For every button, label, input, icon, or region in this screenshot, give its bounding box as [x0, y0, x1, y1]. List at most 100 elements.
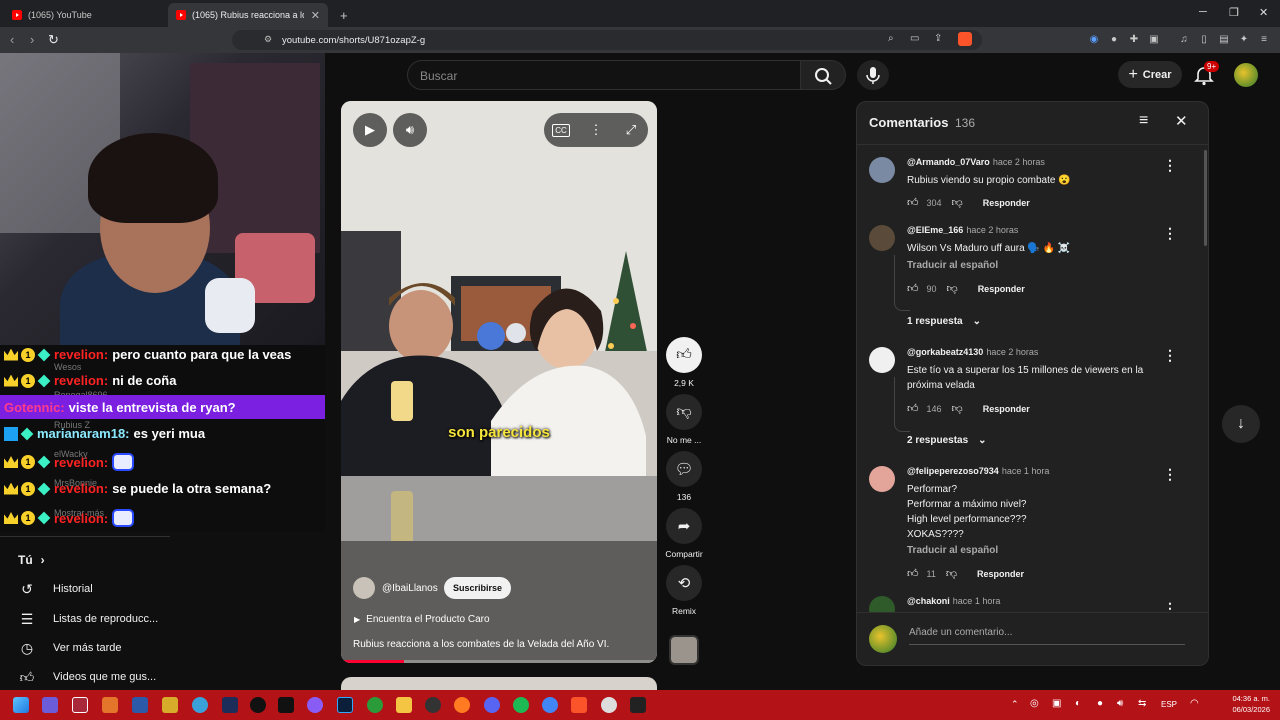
app-icon[interactable]: [425, 697, 441, 713]
sidebar-item-liked-videos[interactable]: 👍︎ Videos que me gus...: [18, 668, 156, 686]
app-icon[interactable]: [250, 697, 266, 713]
tray-icon[interactable]: ◐: [1075, 698, 1081, 709]
voice-search-button[interactable]: [857, 60, 889, 90]
thumbs-up-icon[interactable]: 👍︎: [907, 282, 919, 295]
view-replies-button[interactable]: 2 respuestas ⌄: [907, 435, 987, 446]
thumbs-down-icon[interactable]: 👎︎: [946, 567, 957, 580]
channel-name[interactable]: @IbaiLlanos: [382, 583, 438, 594]
extension-avatar-icon[interactable]: ●: [1108, 34, 1120, 46]
comment-author[interactable]: @ElEme_166: [907, 225, 963, 235]
sidebar-panel-icon[interactable]: ▣: [1148, 34, 1160, 46]
app-icon[interactable]: [72, 697, 88, 713]
thumbs-up-icon[interactable]: 👍︎: [907, 402, 919, 415]
product-link[interactable]: ▶ Encuentra el Producto Caro: [354, 614, 490, 625]
comment-time[interactable]: hace 2 horas: [966, 225, 1018, 235]
reply-button[interactable]: Responder: [978, 284, 1025, 294]
comment-avatar[interactable]: [869, 225, 895, 251]
extensions-icon[interactable]: ✚: [1128, 34, 1140, 46]
app-icon[interactable]: [222, 697, 238, 713]
zoom-icon[interactable]: ⌕: [888, 33, 894, 44]
tray-icon[interactable]: ◎: [1030, 698, 1039, 709]
spotify-icon[interactable]: [513, 697, 529, 713]
sidebar-item-watch-later[interactable]: ◷ Ver más tarde: [18, 639, 122, 657]
file-explorer-icon[interactable]: [396, 697, 412, 713]
comment-author[interactable]: @gorkabeatz4130: [907, 347, 983, 357]
progress-track[interactable]: [341, 660, 657, 663]
network-icon[interactable]: ⇆: [1138, 698, 1146, 709]
channel-avatar[interactable]: [353, 577, 375, 599]
reply-button[interactable]: Responder: [983, 404, 1030, 414]
comment-avatar[interactable]: [869, 347, 895, 373]
app-icon[interactable]: [601, 697, 617, 713]
url-field[interactable]: ⚙ youtube.com/shorts/U871ozapZ-g ⌕ ▭ ⇪: [232, 30, 982, 50]
app-icon[interactable]: [132, 697, 148, 713]
view-replies-button[interactable]: 1 respuesta ⌄: [907, 316, 981, 327]
fullscreen-button[interactable]: ⤢: [614, 113, 648, 147]
app-icon[interactable]: [630, 697, 646, 713]
tray-icon[interactable]: ▣: [1052, 698, 1061, 709]
close-window-icon[interactable]: ✕: [1259, 6, 1268, 19]
maximize-icon[interactable]: ❐: [1229, 6, 1239, 19]
add-comment-input[interactable]: Añade un comentario...: [909, 627, 1185, 645]
comment-avatar[interactable]: [869, 466, 895, 492]
edge-icon[interactable]: [192, 697, 208, 713]
reload-icon[interactable]: ↻: [48, 32, 59, 48]
audio-playing-icon[interactable]: ◉: [1088, 34, 1100, 46]
volume-icon[interactable]: 🔊︎: [1117, 698, 1123, 709]
thumbs-down-icon[interactable]: 👎︎: [952, 402, 963, 415]
close-tab-icon[interactable]: ✕: [311, 9, 320, 22]
sidebar-item-history[interactable]: ↺ Historial: [18, 580, 93, 598]
app-icon[interactable]: [102, 697, 118, 713]
like-button[interactable]: 👍︎: [666, 337, 702, 373]
comment-author[interactable]: @Armando_07Varo: [907, 157, 990, 167]
app-icon[interactable]: [278, 697, 294, 713]
menu-icon[interactable]: ≡: [1258, 34, 1270, 46]
comment-author[interactable]: @felipeperezoso7934: [907, 466, 999, 476]
sidebar-section-you[interactable]: Tú ›: [18, 553, 45, 567]
comment-time[interactable]: hace 2 horas: [993, 157, 1045, 167]
share-button[interactable]: ➦: [666, 508, 702, 544]
thumbs-down-icon[interactable]: 👎︎: [947, 282, 958, 295]
next-short-preview[interactable]: [341, 677, 657, 690]
start-icon[interactable]: [13, 697, 29, 713]
comment-avatar[interactable]: [869, 157, 895, 183]
shorts-video-player[interactable]: ▶ 🔊︎ CC ⋮ ⤢ son parecidos @IbaiLlanos Su…: [341, 101, 657, 663]
subscribe-button[interactable]: Suscribirse: [444, 577, 512, 599]
photoshop-icon[interactable]: [337, 697, 353, 713]
split-view-icon[interactable]: ▯: [1198, 34, 1210, 46]
search-button[interactable]: [800, 60, 846, 90]
sort-button[interactable]: ≡: [1139, 112, 1148, 130]
create-button[interactable]: + Crear: [1118, 61, 1182, 88]
minimize-icon[interactable]: ─: [1199, 6, 1207, 18]
remix-button[interactable]: ⟲: [666, 565, 702, 601]
chrome-icon[interactable]: [542, 697, 558, 713]
audio-source-thumbnail[interactable]: [669, 635, 699, 665]
sidebar-item-playlists[interactable]: ☰ Listas de reproducc...: [18, 610, 158, 628]
brave-shield-icon[interactable]: [958, 32, 972, 46]
comments-button[interactable]: 💬︎: [666, 451, 702, 487]
volume-button[interactable]: 🔊︎: [393, 113, 427, 147]
reply-button[interactable]: Responder: [977, 569, 1024, 579]
wifi-icon[interactable]: ◠: [1190, 698, 1199, 709]
app-icon[interactable]: [307, 697, 323, 713]
comment-more-icon[interactable]: ⋮: [1163, 466, 1177, 483]
media-icon[interactable]: ♫: [1178, 34, 1190, 46]
more-options-button[interactable]: ⋮: [579, 113, 613, 147]
brave-icon[interactable]: [571, 697, 587, 713]
comment-more-icon[interactable]: ⋮: [1163, 157, 1177, 174]
comment-time[interactable]: hace 1 hora: [1002, 466, 1050, 476]
translate-link[interactable]: Traducir al español: [907, 260, 998, 271]
language-indicator[interactable]: ESP: [1161, 700, 1177, 709]
app-icon[interactable]: [42, 697, 58, 713]
tab-youtube[interactable]: (1065) YouTube: [4, 3, 164, 27]
back-icon[interactable]: ‹: [10, 32, 14, 47]
search-input[interactable]: Buscar: [407, 60, 801, 90]
captions-button[interactable]: CC: [544, 113, 578, 147]
leo-ai-icon[interactable]: ✦: [1238, 34, 1250, 46]
reply-button[interactable]: Responder: [983, 198, 1030, 208]
wallet-icon[interactable]: ▤: [1218, 34, 1230, 46]
comment-time[interactable]: hace 2 horas: [986, 347, 1038, 357]
comment-time[interactable]: hace 1 hora: [953, 596, 1001, 606]
comments-scrollbar[interactable]: [1204, 150, 1207, 246]
cast-icon[interactable]: ▭: [910, 33, 919, 44]
